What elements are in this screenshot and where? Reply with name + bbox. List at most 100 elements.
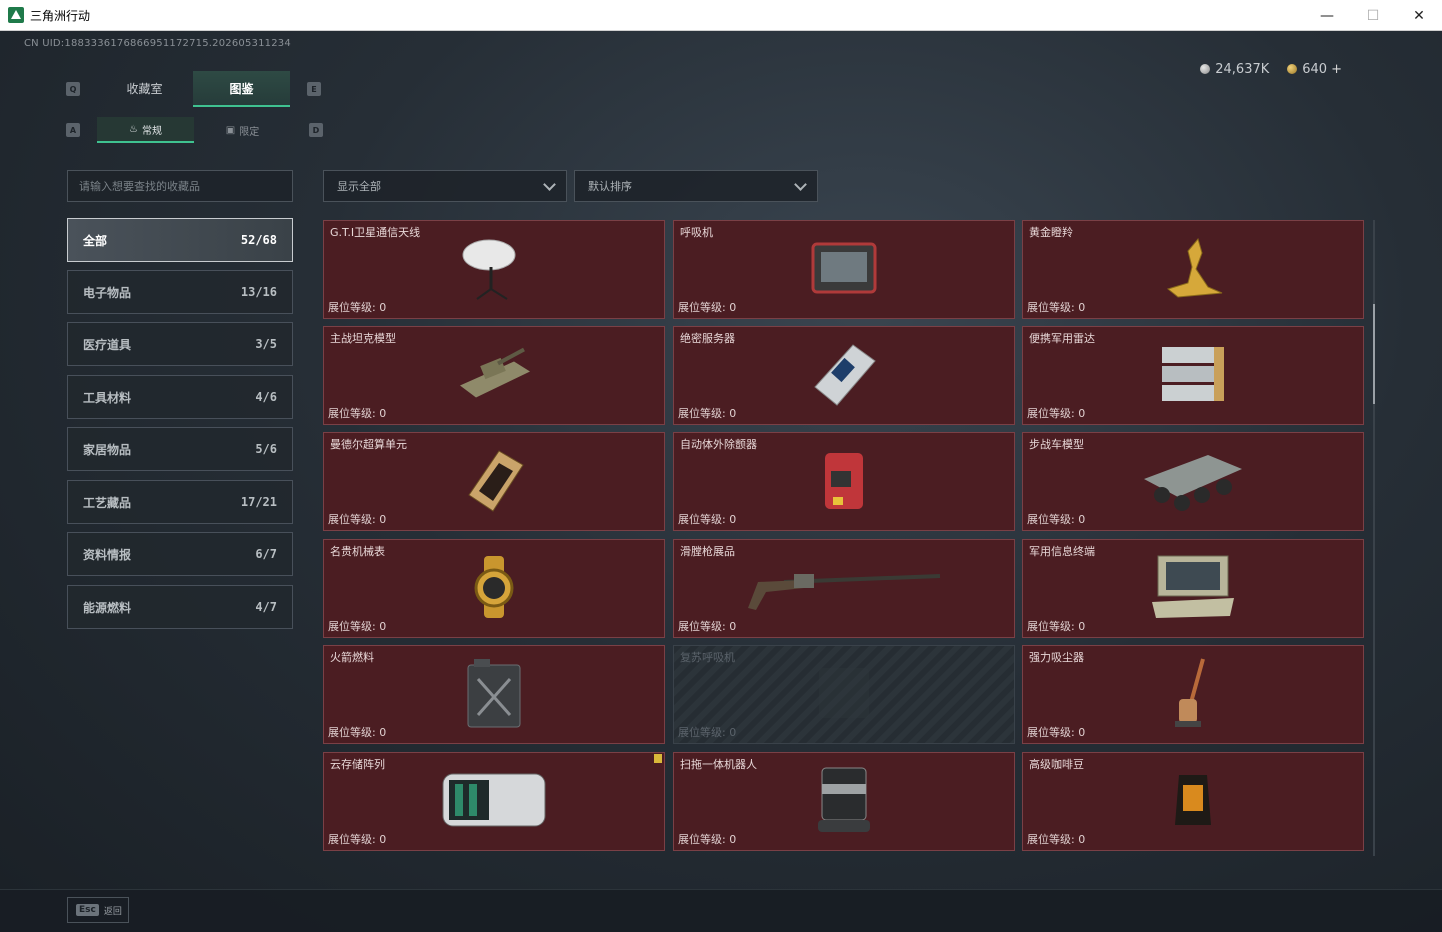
category-count: 4/6 — [255, 390, 277, 404]
collection-item-card[interactable]: 云存储阵列展位等级: 0 — [323, 752, 665, 851]
category-item[interactable]: 能源燃料 4/7 — [67, 585, 293, 629]
subtab-regular-label: 常规 — [141, 125, 162, 137]
item-level: 展位等级: 0 — [678, 620, 737, 633]
fuel-can-icon — [464, 657, 524, 733]
category-label: 医疗道具 — [83, 337, 132, 352]
item-level: 展位等级: 0 — [328, 301, 387, 314]
silver-coin-icon — [1200, 64, 1211, 74]
collection-item-card[interactable]: 便携军用雷达 展位等级: 0 — [1022, 326, 1364, 425]
category-label: 工艺藏品 — [83, 495, 132, 510]
item-name: 步战车模型 — [1029, 438, 1084, 451]
sort-dropdown[interactable]: 默认排序 — [574, 170, 818, 202]
item-name: 黄金瞪羚 — [1029, 226, 1073, 239]
bottom-bar — [0, 889, 1442, 932]
item-name: 自动体外除颤器 — [680, 438, 757, 451]
item-name: 呼吸机 — [680, 226, 713, 239]
item-level: 展位等级: 0 — [678, 833, 737, 846]
collection-item-card[interactable]: G.T.I卫星通信天线 展位等级: 0 — [323, 220, 665, 319]
chevron-down-icon — [543, 178, 556, 191]
item-level: 展位等级: 0 — [328, 620, 387, 633]
category-item[interactable]: 资料情报 6/7 — [67, 532, 293, 576]
subtab-limited-label: 限定 — [239, 126, 260, 138]
category-item[interactable]: 电子物品 13/16 — [67, 270, 293, 314]
game-area: CN UID:1883336176866951172715.2026053112… — [0, 31, 1442, 932]
collection-item-card[interactable]: 呼吸机展位等级: 0 — [673, 220, 1015, 319]
key-hint-a: A — [66, 123, 80, 137]
category-count: 4/7 — [255, 600, 277, 614]
item-name: 扫拖一体机器人 — [680, 758, 757, 771]
item-name: 曼德尔超算单元 — [330, 438, 407, 451]
collection-item-card[interactable]: 主战坦克模型 展位等级: 0 — [323, 326, 665, 425]
collection-item-card[interactable]: 自动体外除颤器 展位等级: 0 — [673, 432, 1015, 531]
new-badge-icon — [654, 754, 662, 763]
item-level: 展位等级: 0 — [678, 301, 737, 314]
maximize-button[interactable]: ☐ — [1350, 0, 1396, 31]
item-name: G.T.I卫星通信天线 — [330, 226, 421, 239]
item-level: 展位等级: 0 — [1027, 301, 1086, 314]
scrollbar-thumb[interactable] — [1373, 304, 1375, 404]
collection-item-card[interactable]: 高级咖啡豆展位等级: 0 — [1022, 752, 1364, 851]
add-currency-icon[interactable]: + — [1331, 62, 1342, 77]
tab-collection-room[interactable]: 收藏室 — [96, 71, 193, 107]
gold-currency[interactable]: 640 + — [1287, 62, 1342, 77]
window-title: 三角洲行动 — [30, 8, 91, 23]
collection-item-card[interactable]: 火箭燃料 展位等级: 0 — [323, 645, 665, 744]
subtab-limited[interactable]: ▣ 限定 — [194, 117, 291, 143]
item-level: 展位等级: 0 — [1027, 833, 1086, 846]
category-item[interactable]: 家居物品 5/6 — [67, 427, 293, 471]
key-hint-d: D — [309, 123, 323, 137]
tank-model-icon — [454, 341, 534, 410]
category-count: 5/6 — [255, 442, 277, 456]
gold-amount: 640 — [1302, 62, 1328, 77]
item-name: 便携军用雷达 — [1029, 332, 1095, 345]
category-label: 全部 — [83, 233, 108, 248]
filter-dropdown[interactable]: 显示全部 — [323, 170, 567, 202]
item-name: 名贵机械表 — [330, 545, 385, 558]
collection-item-card[interactable]: 扫拖一体机器人 展位等级: 0 — [673, 752, 1015, 851]
sort-dropdown-value: 默认排序 — [588, 180, 632, 193]
item-level: 展位等级: 0 — [328, 407, 387, 420]
collection-item-card[interactable]: 强力吸尘器展位等级: 0 — [1022, 645, 1364, 744]
item-level: 展位等级: 0 — [1027, 620, 1086, 633]
collection-item-card[interactable]: 曼德尔超算单元 展位等级: 0 — [323, 432, 665, 531]
item-name: 强力吸尘器 — [1029, 651, 1084, 664]
coffee-bag-icon — [1173, 771, 1213, 833]
category-item[interactable]: 全部 52/68 — [67, 218, 293, 262]
back-button[interactable]: Esc 返回 — [67, 897, 129, 923]
collection-item-card[interactable]: 滑膛枪展品展位等级: 0 — [673, 539, 1015, 638]
musket-icon — [744, 562, 944, 616]
currency-bar: 24,637K 640 + — [1200, 62, 1342, 77]
category-count: 3/5 — [255, 337, 277, 351]
vacuum-icon — [1173, 655, 1213, 735]
category-item[interactable]: 工艺藏品 17/21 — [67, 480, 293, 524]
item-name: 滑膛枪展品 — [680, 545, 735, 558]
category-item[interactable]: 医疗道具 3/5 — [67, 322, 293, 366]
item-level: 展位等级: 0 — [678, 407, 737, 420]
image-icon: ▣ — [225, 124, 236, 136]
minimize-button[interactable]: — — [1304, 0, 1350, 31]
category-label: 工具材料 — [83, 390, 132, 405]
collection-item-card[interactable]: 黄金瞪羚展位等级: 0 — [1022, 220, 1364, 319]
ifv-model-icon — [1138, 445, 1248, 519]
collection-item-card[interactable]: 军用信息终端 展位等级: 0 — [1022, 539, 1364, 638]
item-level: 展位等级: 0 — [328, 833, 387, 846]
collection-item-card[interactable]: 步战车模型 展位等级: 0 — [1022, 432, 1364, 531]
search-input[interactable]: 请输入想要查找的收藏品 — [67, 170, 293, 202]
collection-item-card[interactable]: 绝密服务器 展位等级: 0 — [673, 326, 1015, 425]
category-label: 家居物品 — [83, 442, 132, 457]
item-name: 高级咖啡豆 — [1029, 758, 1084, 771]
item-name: 火箭燃料 — [330, 651, 374, 664]
robot-vacuum-icon — [814, 764, 874, 840]
back-label: 返回 — [103, 906, 122, 917]
category-item[interactable]: 工具材料 4/6 — [67, 375, 293, 419]
item-level: 展位等级: 0 — [1027, 726, 1086, 739]
close-button[interactable]: ✕ — [1396, 0, 1442, 31]
subtab-regular[interactable]: ♨ 常规 — [97, 117, 194, 143]
item-level: 展位等级: 0 — [678, 726, 737, 739]
collection-item-card[interactable]: 名贵机械表展位等级: 0 — [323, 539, 665, 638]
tab-catalog[interactable]: 图鉴 — [193, 71, 290, 107]
watch-icon — [464, 554, 524, 624]
resuscitator-icon — [809, 658, 879, 732]
collection-item-card[interactable]: 复苏呼吸机 展位等级: 0 — [673, 645, 1015, 744]
item-name: 云存储阵列 — [330, 758, 385, 771]
